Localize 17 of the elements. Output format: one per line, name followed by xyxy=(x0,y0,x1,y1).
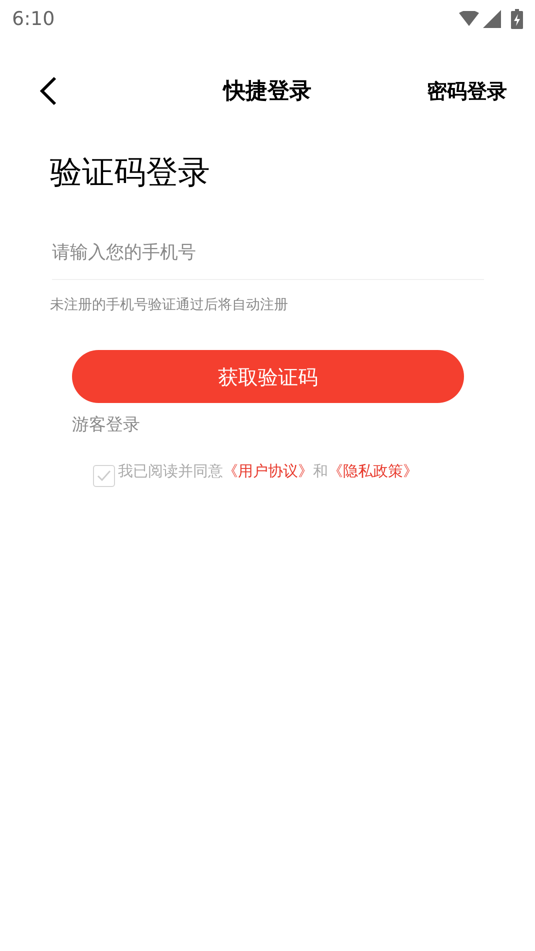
agreement-text: 我已阅读并同意《用户协议》和《隐私政策》 xyxy=(118,461,418,482)
battery-icon xyxy=(511,9,523,29)
check-icon xyxy=(97,470,111,482)
wifi-icon xyxy=(459,11,479,27)
policy-link[interactable]: 《用户协议》 xyxy=(223,462,313,480)
phone-input[interactable]: 请输入您的手机号 xyxy=(52,226,484,280)
page-heading: 验证码登录 xyxy=(50,152,211,193)
policy-link[interactable]: 《隐私政策》 xyxy=(328,462,418,480)
guest-login-link[interactable]: 游客登录 xyxy=(72,413,140,438)
password-login-link[interactable]: 密码登录 xyxy=(427,76,507,106)
page-title: 快捷登录 xyxy=(224,78,312,106)
status-time: 6:10 xyxy=(12,6,55,32)
hint-text: 未注册的手机号验证通过后将自动注册 xyxy=(50,297,288,313)
agreement-checkbox[interactable] xyxy=(93,464,115,486)
chevron-left-icon xyxy=(38,76,58,106)
get-code-button[interactable]: 获取验证码 xyxy=(72,350,464,403)
signal-icon xyxy=(483,10,501,28)
